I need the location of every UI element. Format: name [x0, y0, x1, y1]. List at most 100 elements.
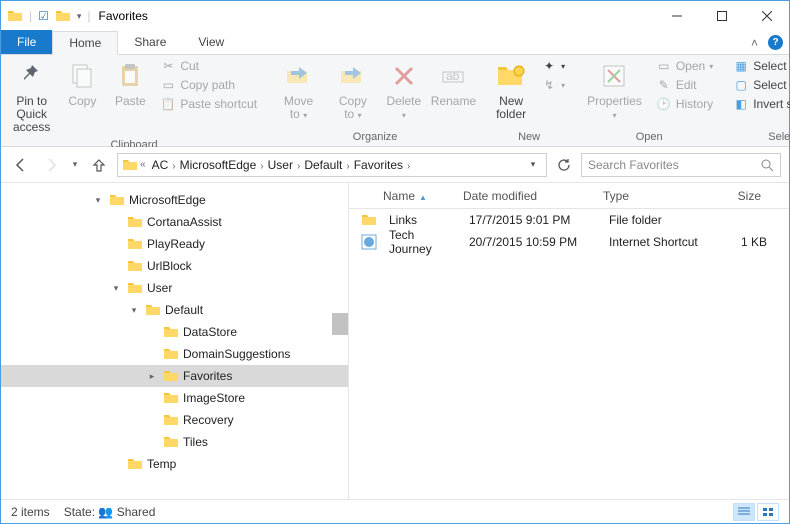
- copy-path-button[interactable]: ▭Copy path: [156, 76, 261, 94]
- tree-node[interactable]: DomainSuggestions: [1, 343, 348, 365]
- address-bar[interactable]: « AC›MicrosoftEdge›User›Default›Favorite…: [117, 153, 547, 177]
- cell-date: 17/7/2015 9:01 PM: [463, 213, 603, 227]
- help-icon[interactable]: ?: [768, 35, 783, 50]
- breadcrumb-segment[interactable]: MicrosoftEdge: [176, 158, 261, 172]
- breadcrumb-segment[interactable]: Favorites: [350, 158, 407, 172]
- tree-node[interactable]: ▾Default: [1, 299, 348, 321]
- recent-dropdown[interactable]: ▾: [69, 153, 81, 177]
- shared-icon: 👥: [98, 505, 113, 519]
- history-button[interactable]: 🕑History: [652, 95, 717, 113]
- up-button[interactable]: [87, 153, 111, 177]
- open-icon: ▭: [656, 58, 672, 74]
- ribbon-tabs: File Home Share View ˄ ?: [1, 31, 789, 55]
- expand-toggle[interactable]: ▾: [91, 195, 105, 206]
- cell-size: 1 KB: [718, 235, 773, 249]
- qat-checkbox-on[interactable]: ☑: [38, 9, 49, 23]
- home-tab[interactable]: Home: [52, 31, 118, 55]
- dropdown-icon: ▾: [612, 111, 616, 120]
- new-item-button[interactable]: ✦▾: [537, 57, 569, 75]
- move-to-button[interactable]: Move to ▾: [273, 57, 324, 125]
- refresh-button[interactable]: [553, 154, 575, 176]
- list-item[interactable]: Tech Journey20/7/2015 10:59 PMInternet S…: [349, 231, 789, 253]
- file-list: Name▲ Date modified Type Size Links17/7/…: [349, 183, 789, 499]
- tree-node[interactable]: ▸Favorites: [1, 365, 348, 387]
- delete-button[interactable]: Delete▾: [382, 57, 426, 125]
- tree-node[interactable]: Recovery: [1, 409, 348, 431]
- expand-toggle[interactable]: ▸: [145, 371, 159, 382]
- copy-to-button[interactable]: Copy to ▾: [328, 57, 378, 125]
- address-dropdown[interactable]: ▾: [522, 154, 544, 176]
- tree-node[interactable]: ▾ User: [1, 277, 348, 299]
- folder-icon: [127, 456, 143, 472]
- select-all-button[interactable]: ▦Select all: [729, 57, 790, 75]
- paste-shortcut-button[interactable]: 📋Paste shortcut: [156, 95, 261, 113]
- folder-icon: [122, 157, 138, 173]
- select-none-button[interactable]: ▢Select none: [729, 76, 790, 94]
- minimize-ribbon-icon[interactable]: ˄: [751, 36, 758, 50]
- move-to-icon: [283, 60, 315, 92]
- folder-icon: [109, 192, 125, 208]
- folder-icon: [127, 258, 143, 274]
- qat-dropdown[interactable]: ▾: [77, 11, 82, 22]
- select-group: ▦Select all ▢Select none ◧Invert selecti…: [723, 55, 790, 146]
- easy-access-icon: ↯: [541, 77, 557, 93]
- new-group: New folder ✦▾ ↯▾ New: [483, 55, 575, 146]
- dropdown-icon: ▾: [561, 81, 565, 90]
- copy-button[interactable]: Copy: [60, 57, 104, 111]
- tree-node[interactable]: UrlBlock: [1, 255, 348, 277]
- maximize-button[interactable]: [699, 1, 744, 31]
- chevron-icon[interactable]: «: [140, 159, 146, 170]
- tree-label: User: [147, 281, 172, 295]
- tree-node[interactable]: DataStore: [1, 321, 348, 343]
- nav-tree[interactable]: ▾MicrosoftEdgeCortanaAssistPlayReadyUrlB…: [1, 183, 349, 499]
- tree-node[interactable]: Tiles: [1, 431, 348, 453]
- easy-access-button[interactable]: ↯▾: [537, 76, 569, 94]
- share-tab[interactable]: Share: [118, 30, 182, 54]
- open-button[interactable]: ▭Open ▾: [652, 57, 717, 75]
- rename-button[interactable]: ab Rename: [430, 57, 477, 111]
- search-input[interactable]: [588, 158, 760, 172]
- folder-icon: [127, 214, 143, 230]
- details-view-button[interactable]: [733, 503, 755, 521]
- view-tab[interactable]: View: [182, 30, 240, 54]
- paste-button[interactable]: Paste: [108, 57, 152, 111]
- cut-button[interactable]: ✂Cut: [156, 57, 261, 75]
- tree-node[interactable]: ▾MicrosoftEdge: [1, 189, 348, 211]
- close-button[interactable]: [744, 1, 789, 31]
- invert-selection-button[interactable]: ◧Invert selection: [729, 95, 790, 113]
- qat-folder-icon[interactable]: [55, 8, 71, 24]
- new-folder-button[interactable]: New folder: [489, 57, 533, 124]
- new-folder-icon: [495, 60, 527, 92]
- history-icon: 🕑: [656, 96, 672, 112]
- expand-toggle[interactable]: ▾: [109, 283, 123, 294]
- breadcrumb-segment[interactable]: User: [264, 158, 297, 172]
- search-box[interactable]: [581, 153, 781, 177]
- expand-toggle[interactable]: ▾: [127, 305, 141, 316]
- back-button[interactable]: [9, 153, 33, 177]
- tree-node[interactable]: ImageStore: [1, 387, 348, 409]
- breadcrumb-segment[interactable]: Default: [300, 158, 346, 172]
- minimize-button[interactable]: [654, 1, 699, 31]
- tree-node[interactable]: PlayReady: [1, 233, 348, 255]
- tree-node[interactable]: Temp: [1, 453, 348, 475]
- tree-label: Temp: [147, 457, 176, 471]
- properties-button[interactable]: Properties▾: [581, 57, 648, 125]
- pin-quick-access-button[interactable]: Pin to Quick access: [7, 57, 56, 137]
- dropdown-icon: ▾: [561, 62, 565, 71]
- breadcrumb-segment[interactable]: AC: [148, 158, 173, 172]
- edit-button[interactable]: ✎Edit: [652, 76, 717, 94]
- icons-view-button[interactable]: [757, 503, 779, 521]
- navigation-bar: ▾ « AC›MicrosoftEdge›User›Default›Favori…: [1, 147, 789, 183]
- ribbon: Pin to Quick access Copy Paste ✂Cut ▭Cop…: [1, 55, 789, 147]
- tree-label: DomainSuggestions: [183, 347, 290, 361]
- folder-icon: [163, 390, 179, 406]
- invert-icon: ◧: [733, 96, 749, 112]
- chevron-right-icon[interactable]: ›: [407, 161, 410, 172]
- forward-button[interactable]: [39, 153, 63, 177]
- scrollbar-thumb[interactable]: [332, 313, 348, 335]
- column-headers[interactable]: Name▲ Date modified Type Size: [349, 183, 789, 209]
- paste-shortcut-icon: 📋: [160, 96, 176, 112]
- tree-node[interactable]: CortanaAssist: [1, 211, 348, 233]
- file-tab[interactable]: File: [1, 30, 52, 54]
- open-group: Properties▾ ▭Open ▾ ✎Edit 🕑History Open: [575, 55, 723, 146]
